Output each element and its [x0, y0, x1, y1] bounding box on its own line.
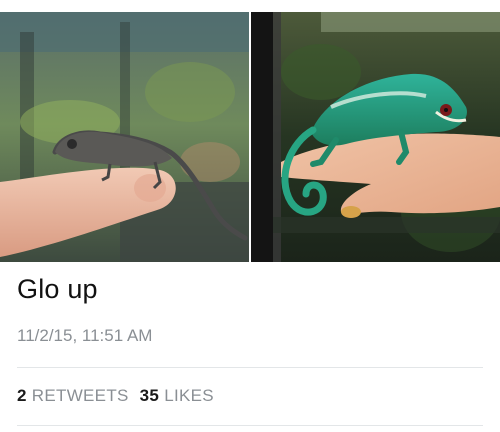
juvenile-chameleon-image	[0, 12, 249, 262]
tweet-timestamp: 11/2/15, 11:51 AM	[17, 326, 153, 345]
divider	[17, 425, 483, 426]
likes-stat[interactable]: 35 LIKES	[140, 386, 214, 405]
photo-adult-chameleon[interactable]	[251, 12, 500, 262]
divider	[17, 367, 483, 368]
retweets-label: RETWEETS	[31, 386, 129, 405]
adult-chameleon-image	[251, 12, 500, 262]
tweet-text: Glo up	[17, 274, 98, 304]
engagement-stats: 2 RETWEETS 35 LIKES	[17, 386, 214, 406]
retweets-stat[interactable]: 2 RETWEETS	[17, 386, 129, 405]
retweets-count: 2	[17, 386, 27, 405]
likes-label: LIKES	[164, 386, 214, 405]
media-row	[0, 12, 500, 262]
photo-juvenile-chameleon[interactable]	[0, 12, 249, 262]
likes-count: 35	[139, 386, 160, 405]
